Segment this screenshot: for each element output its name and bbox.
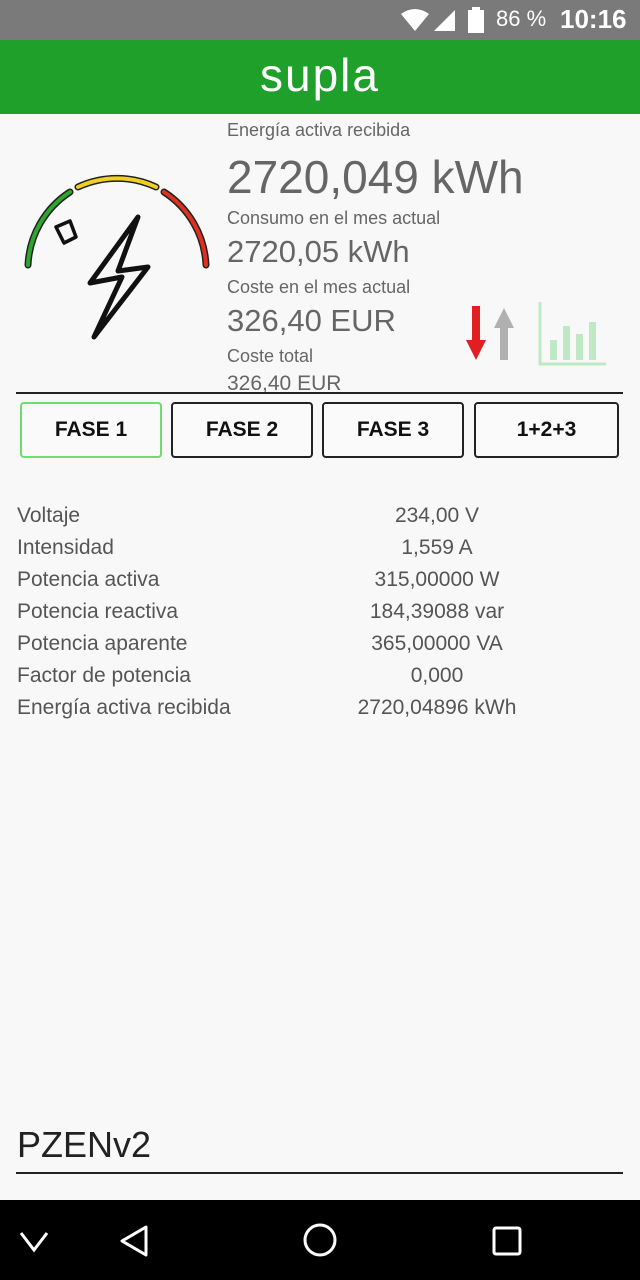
measurement-label: Factor de potencia — [17, 664, 191, 687]
month-cost-label: Coste en el mes actual — [227, 277, 411, 297]
app-header: supla — [0, 40, 640, 114]
measurement-value: 1,559 A — [401, 536, 473, 559]
clock: 10:16 — [560, 4, 627, 34]
back-triangle-icon[interactable] — [118, 1224, 150, 1258]
measurement-value: 0,000 — [410, 664, 464, 687]
measurement-row: Intensidad 1,559 A — [17, 536, 617, 568]
month-consumption-label: Consumo en el mes actual — [227, 208, 441, 228]
measurement-label: Potencia activa — [17, 568, 160, 591]
device-name: PZENv2 — [17, 1124, 152, 1165]
tab-fase-1[interactable]: FASE 1 — [20, 402, 162, 458]
total-cost-label: Coste total — [227, 346, 314, 366]
measurement-row: Potencia activa 315,00000 W — [17, 568, 617, 600]
measurement-label: Potencia reactiva — [17, 600, 179, 623]
energy-value: 2720,049 kWh — [227, 151, 524, 203]
measurement-label: Energía activa recibida — [17, 696, 231, 719]
direction-arrows-icon[interactable] — [462, 304, 522, 364]
measurement-label: Voltaje — [17, 504, 81, 527]
signal-icon — [434, 10, 455, 31]
tab-fase-2[interactable]: FASE 2 — [171, 402, 313, 458]
battery-icon — [468, 7, 484, 33]
month-consumption-value: 2720,05 kWh — [227, 234, 410, 269]
measurement-value: 2720,04896 kWh — [357, 696, 517, 719]
bar-chart-icon[interactable] — [536, 300, 608, 368]
home-circle-icon[interactable] — [302, 1222, 338, 1258]
divider — [16, 392, 623, 394]
measurement-value: 184,39088 var — [369, 600, 505, 623]
measurement-row: Energía activa recibida 2720,04896 kWh — [17, 696, 617, 728]
chevron-down-icon[interactable] — [18, 1230, 50, 1254]
navigation-bar — [0, 1200, 640, 1280]
status-bar: 86 % 10:16 — [0, 0, 640, 40]
wifi-icon — [401, 9, 429, 31]
measurement-row: Potencia aparente 365,00000 VA — [17, 632, 617, 664]
measurement-row: Voltaje 234,00 V — [17, 504, 617, 536]
electricity-meter-icon — [24, 174, 210, 340]
tab-fase-3[interactable]: FASE 3 — [322, 402, 464, 458]
measurement-value: 315,00000 W — [374, 568, 500, 591]
battery-percent: 86 % — [496, 6, 547, 31]
measurement-value: 365,00000 VA — [371, 632, 503, 655]
measurement-label: Intensidad — [17, 536, 114, 559]
divider — [16, 1172, 623, 1174]
measurement-row: Potencia reactiva 184,39088 var — [17, 600, 617, 632]
tab-all-phases[interactable]: 1+2+3 — [474, 402, 619, 458]
recents-square-icon[interactable] — [492, 1226, 522, 1256]
measurement-label: Potencia aparente — [17, 632, 188, 655]
energy-label: Energía activa recibida — [227, 120, 411, 140]
month-cost-value: 326,40 EUR — [227, 303, 396, 338]
measurement-value: 234,00 V — [394, 504, 480, 527]
total-cost-value: 326,40 EUR — [227, 372, 342, 392]
app-logo: supla — [260, 49, 380, 101]
measurement-row: Factor de potencia 0,000 — [17, 664, 617, 696]
